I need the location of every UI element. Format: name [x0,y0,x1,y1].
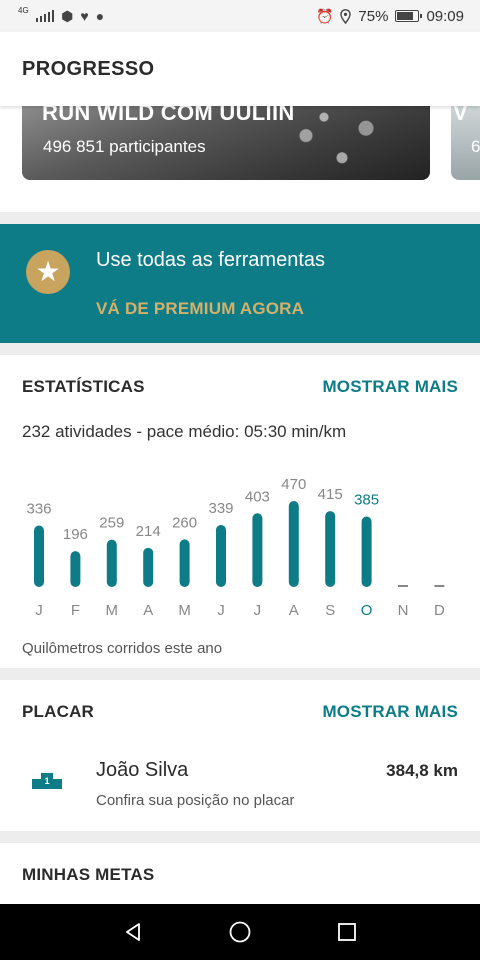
chart-month-label: A [289,602,299,619]
signal-icon [35,10,55,22]
chart-month-label: J [254,602,262,619]
chat-icon: ● [95,8,105,24]
home-icon[interactable] [220,912,260,952]
leaderboard-distance: 384,8 km [386,761,458,780]
leaderboard-name: João Silva [96,759,189,781]
goals-card[interactable]: MINHAS METAS [0,843,480,904]
chart-empty-bar [398,585,408,587]
podium-icon: 1 [32,773,62,789]
chart-bar[interactable] [252,513,263,587]
statistics-summary: 232 atividades - pace médio: 05:30 min/k… [22,422,347,441]
go-premium-button[interactable]: VÁ DE PREMIUM AGORA [96,299,304,319]
chart-month-label: M [178,602,191,619]
statistics-card: ESTATÍSTICAS MOSTRAR MAIS 232 atividades… [0,355,480,668]
chart-value-label: 403 [245,488,270,505]
chart-bar[interactable] [216,524,226,587]
shield-icon: ⬢ [61,8,74,24]
location-icon [340,8,352,24]
recents-icon[interactable] [327,912,367,952]
chart-month-label: N [398,602,409,619]
chart-bar[interactable] [325,511,336,587]
chart-month-label: A [143,602,153,619]
chart-value-label: 260 [172,514,197,531]
chart-month-label: S [325,602,335,619]
statistics-show-more-button[interactable]: MOSTRAR MAIS [322,377,458,397]
challenges-carousel[interactable]: RUN WILD COM UULIIN 496 851 participante… [0,106,480,212]
network-type: 4G [18,6,29,15]
status-bar: 4G ⬢ ♥ ● ⏰ 75% 09:09 [0,0,480,32]
chart-caption: Quilômetros corridos este ano [22,640,223,657]
challenge-title: V [453,106,468,125]
alarm-icon: ⏰ [315,8,334,24]
chart-month-label: J [35,602,43,619]
chart-bar[interactable] [288,501,299,587]
challenge-title: RUN WILD COM UULIIN [42,106,295,125]
clock: 09:09 [426,7,464,25]
chart-bar[interactable] [106,539,117,587]
chart-month-label: O [361,602,373,619]
podium-rank: 1 [44,776,49,786]
goals-title: MINHAS METAS [22,865,155,884]
challenge-card-next[interactable]: V 6 [451,106,480,180]
leaderboard-subtitle: Confira sua posição no placar [96,792,295,809]
monthly-distance-chart[interactable]: 336 J 196 F 259 M 214 A 260 M 339 J 403 J 470 A 415 S 385 O… [0,455,480,625]
chart-month-label: M [106,602,119,619]
battery-percent: 75% [358,7,389,25]
challenge-card[interactable]: RUN WILD COM UULIIN 496 851 participante… [22,106,430,180]
back-icon[interactable] [113,912,153,952]
premium-banner[interactable]: ★ Use todas as ferramentas VÁ DE PREMIUM… [0,224,480,343]
system-nav-bar [0,904,480,960]
star-icon: ★ [26,250,70,294]
statistics-header: ESTATÍSTICAS MOSTRAR MAIS [22,377,458,397]
chart-bar[interactable] [143,547,154,587]
chart-value-label: 339 [208,500,233,517]
status-left: 4G ⬢ ♥ ● [18,6,105,24]
challenge-participants: 6 [471,137,480,156]
challenge-participants: 496 851 participantes [43,137,206,156]
chart-value-label: 259 [99,515,124,532]
statistics-title: ESTATÍSTICAS [22,377,145,396]
chart-bar[interactable] [179,539,190,587]
leaderboard-title: PLACAR [22,702,95,721]
chart-month-label: D [434,602,445,619]
chart-bar[interactable] [361,516,372,587]
leaderboard-show-more-button[interactable]: MOSTRAR MAIS [322,702,458,722]
chart-bar[interactable] [34,525,44,587]
chart-value-label: 214 [136,523,161,540]
chart-month-label: J [217,602,225,619]
content-scroll[interactable]: RUN WILD COM UULIIN 496 851 participante… [0,106,480,904]
heart-rate-icon: ♥ [80,8,89,24]
chart-value-label: 470 [281,476,306,493]
leaderboard-header: PLACAR MOSTRAR MAIS [22,702,458,722]
page-title: PROGRESSO [22,57,155,80]
premium-title: Use todas as ferramentas [96,249,325,271]
battery-icon [395,10,423,22]
chart-month-label: F [71,602,80,619]
chart-value-label: 336 [26,501,51,518]
leaderboard-card[interactable]: PLACAR MOSTRAR MAIS 1 João Silva 384,8 k… [0,680,480,831]
app-bar: PROGRESSO [0,32,480,106]
chart-value-label: 385 [354,492,379,509]
status-right: ⏰ 75% 09:09 [316,8,464,25]
chart-value-label: 415 [318,486,343,503]
chart-bar[interactable] [70,551,81,587]
chart-value-label: 196 [63,526,88,543]
chart-empty-bar [434,585,445,587]
